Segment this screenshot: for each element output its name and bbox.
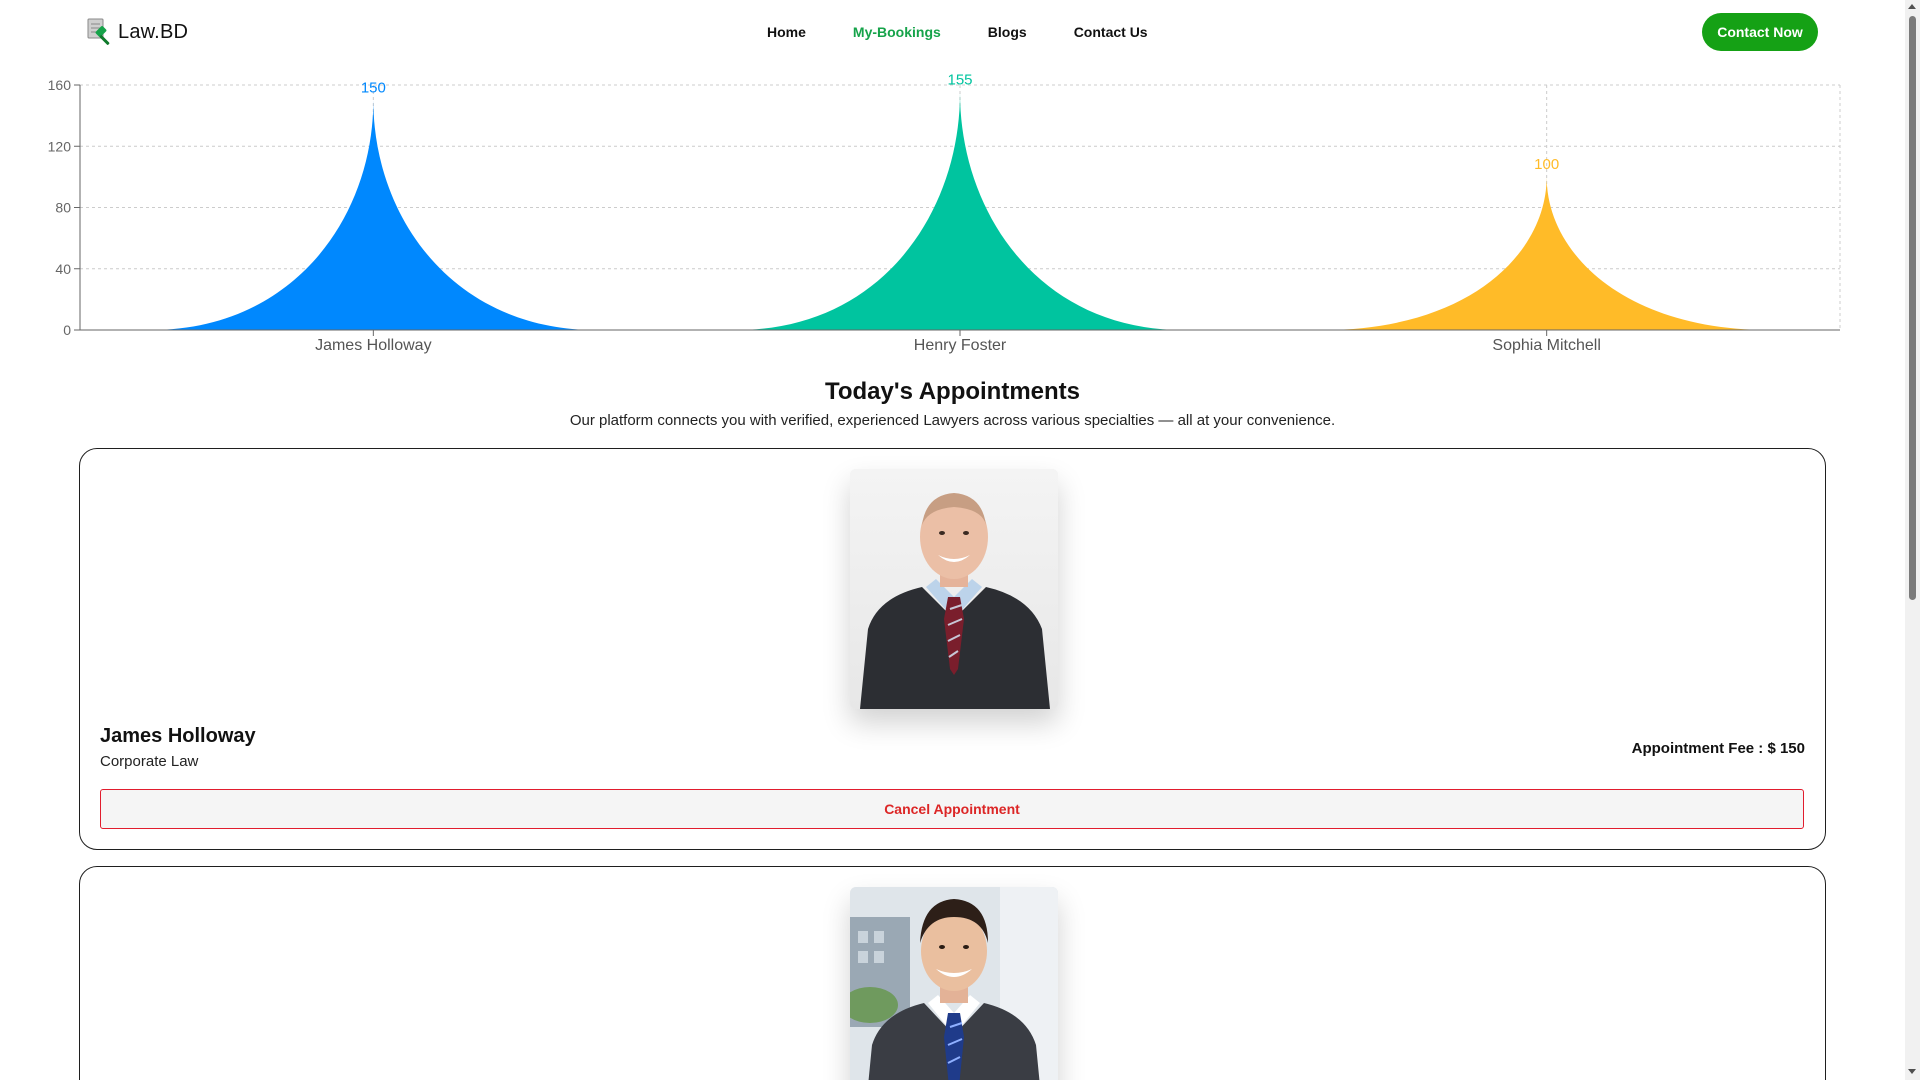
y-tick-label: 120 [48,138,72,154]
data-label: 150 [361,79,386,96]
lawyer-photo [850,469,1058,709]
lawyer-portrait-icon [850,887,1058,1080]
fees-chart: 0 40 80 120 160 150 155 100 James Holloway Henry … [0,66,1905,366]
cancel-appointment-button[interactable]: Cancel Appointment [100,789,1804,829]
nav-my-bookings-link[interactable]: My-Bookings [853,24,941,40]
lawyer-photo [850,887,1058,1080]
lawyer-name: James Holloway [100,725,256,747]
data-label: 155 [947,72,972,89]
lawyer-specialty: Corporate Law [100,753,199,770]
data-label: 100 [1534,156,1559,173]
nav-home-link[interactable]: Home [767,24,806,40]
main-nav: Home My-Bookings Blogs Contact Us [767,24,1195,40]
nav-blogs-link[interactable]: Blogs [988,24,1027,40]
y-tick-label: 0 [63,322,71,338]
lawyer-portrait-icon [850,469,1058,709]
y-tick-label: 80 [55,200,71,216]
x-tick-label: Sophia Mitchell [1492,337,1601,354]
fees-chart-svg: 0 40 80 120 160 150 155 100 James Holloway Henry … [48,72,1841,354]
nav-contact-us-link[interactable]: Contact Us [1074,24,1148,40]
navbar: Law.BD Home My-Bookings Blogs Contact Us… [0,0,1905,66]
vertical-scrollbar[interactable] [1905,0,1920,1080]
appointment-card: James Holloway Corporate Law Appointment… [79,448,1826,850]
section-title: Today's Appointments [824,378,1081,405]
brand-name: Law.BD [118,20,189,43]
chart-spike-bar[interactable] [150,100,597,330]
x-tick-label: Henry Foster [914,337,1007,354]
scroll-up-arrow-icon[interactable] [1908,4,1916,9]
x-tick-label: James Holloway [315,337,431,354]
y-tick-label: 160 [48,77,72,93]
chart-spike-bar[interactable] [1323,176,1770,330]
scroll-down-arrow-icon[interactable] [1908,1069,1916,1074]
contact-now-button[interactable]: Contact Now [1702,13,1818,51]
section-subtitle: Our platform connects you with verified,… [569,412,1336,429]
gavel-document-icon [87,18,110,45]
scrollbar-thumb[interactable] [1909,16,1916,600]
brand-logo[interactable]: Law.BD [86,17,188,47]
appointment-card [79,866,1826,1080]
y-tick-label: 40 [55,261,71,277]
chart-spike-bar[interactable] [737,92,1183,330]
appointment-fee: Appointment Fee : $ 150 [1631,740,1805,757]
